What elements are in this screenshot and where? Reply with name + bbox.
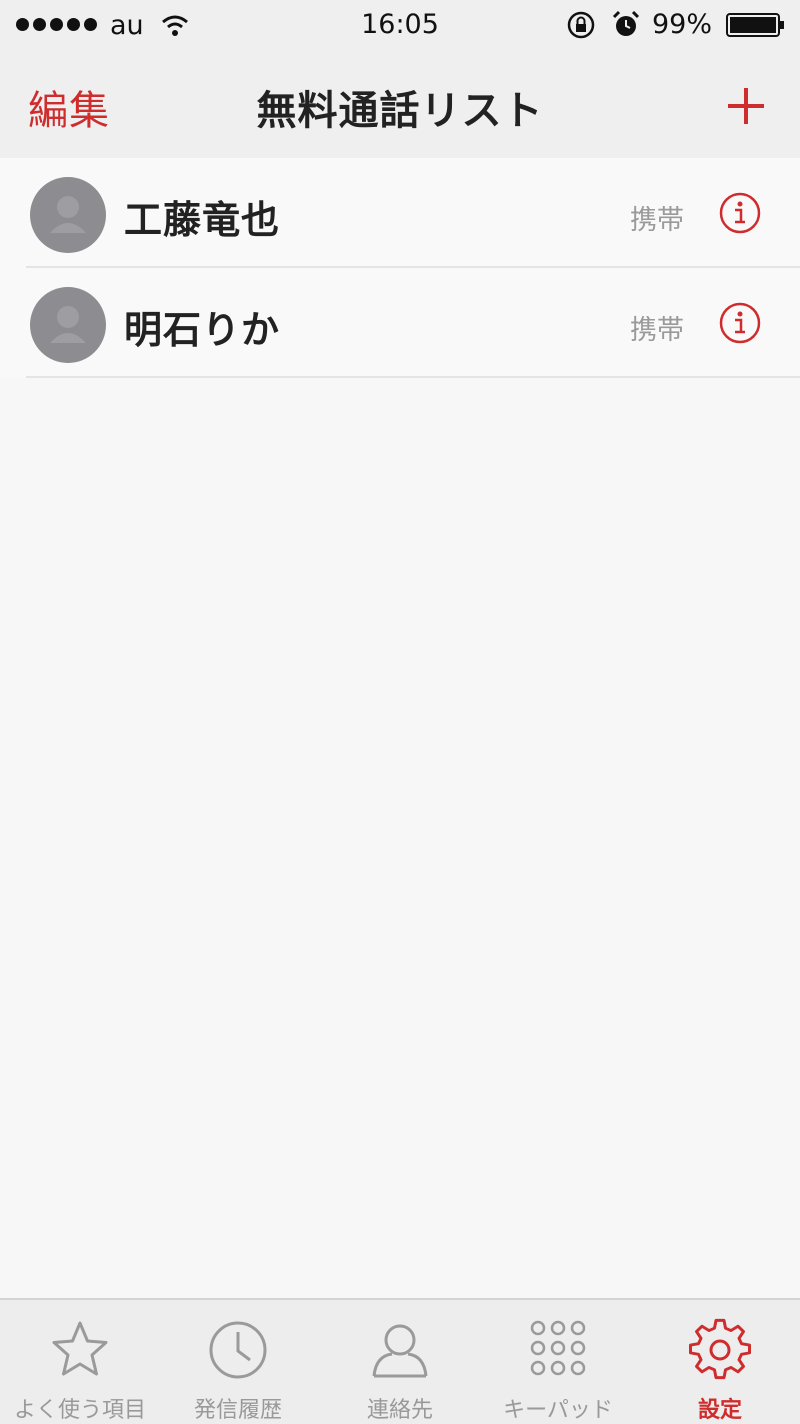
person-icon [372,1324,428,1378]
phone-type-label: 携帯 [630,315,684,346]
tab-favorites[interactable]: よく使う項目 [0,1300,160,1424]
navigation-bar: 編集 無料通話リスト [0,52,800,159]
status-bar: au 16:05 99% [0,0,800,52]
battery-percent: 99% [652,9,713,40]
clock-icon [209,1321,267,1379]
page-title: 無料通話リスト [256,88,544,134]
tab-label: 連絡先 [366,1398,433,1423]
alarm-icon [612,10,640,36]
tab-label: 発信履歴 [193,1398,282,1423]
tab-bar: よく使う項目 発信履歴 連絡先 キーパッド 設定 [0,1298,800,1424]
tab-settings[interactable]: 設定 [640,1300,800,1424]
list-item[interactable]: 工藤竜也 携帯 [0,158,800,268]
info-icon[interactable] [718,301,762,345]
tab-recents[interactable]: 発信履歴 [158,1300,318,1424]
gear-icon [689,1318,751,1380]
star-icon [52,1321,108,1376]
orientation-lock-icon [567,11,595,39]
tab-label: キーパッド [503,1398,613,1423]
person-silhouette-icon [50,306,86,343]
person-silhouette-icon [50,196,86,233]
keypad-icon [530,1320,586,1376]
phone-type-label: 携帯 [630,205,684,236]
tab-contacts[interactable]: 連絡先 [320,1300,480,1424]
list-item[interactable]: 明石りか 携帯 [0,268,800,378]
contact-name: 明石りか [124,308,281,352]
avatar [30,177,106,253]
avatar [30,287,106,363]
contact-name: 工藤竜也 [124,198,281,242]
tab-label: よく使う項目 [13,1398,146,1423]
tab-keypad[interactable]: キーパッド [478,1300,638,1424]
tab-label: 設定 [697,1398,742,1423]
info-icon[interactable] [718,191,762,235]
plus-icon[interactable] [726,86,766,126]
battery-icon [726,13,784,37]
free-call-list: 工藤竜也 携帯 明石りか 携帯 [0,158,800,378]
